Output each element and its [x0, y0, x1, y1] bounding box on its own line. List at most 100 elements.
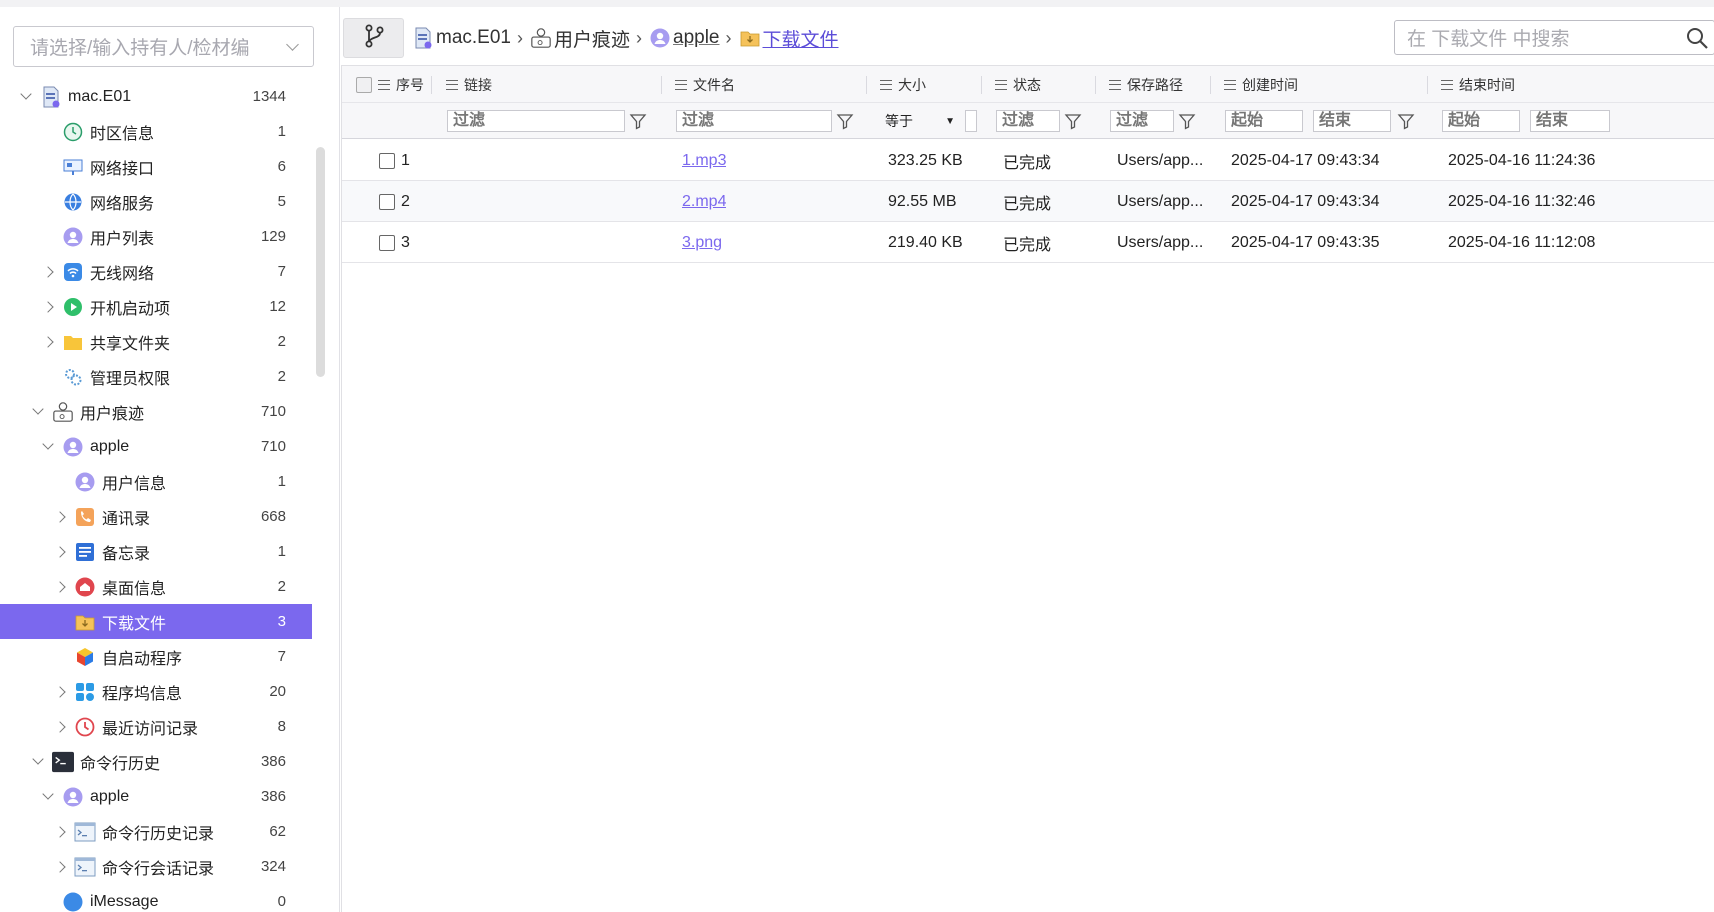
chevron-right-icon[interactable]: [52, 579, 68, 595]
chevron-right-icon[interactable]: [52, 824, 68, 840]
chevron-right-icon[interactable]: [52, 544, 68, 560]
tree-item[interactable]: iMessage 0: [0, 884, 312, 912]
column-menu-icon[interactable]: [675, 80, 687, 90]
tree-item[interactable]: 通讯录 668: [0, 499, 312, 534]
row-checkbox[interactable]: [379, 235, 395, 251]
column-resize-handle[interactable]: [981, 76, 982, 94]
chevron-right-icon[interactable]: [40, 299, 56, 315]
column-menu-icon[interactable]: [880, 80, 892, 90]
table-row[interactable]: 2 2.mp4 92.55 MB 已完成 Users/app... 2025-04-17 …: [342, 181, 1714, 222]
tree-item[interactable]: 管理员权限 2: [0, 359, 312, 394]
end-end-input[interactable]: 结束: [1530, 110, 1610, 132]
filename-link[interactable]: 2.mp4: [682, 193, 726, 211]
breadcrumb-item[interactable]: 用户痕迹: [530, 25, 630, 52]
tree-item-label: 命令行会话记录: [102, 860, 215, 878]
column-menu-icon[interactable]: [1441, 80, 1453, 90]
path-filter-input[interactable]: 过滤: [1110, 110, 1174, 132]
search-box[interactable]: 在 下载文件 中搜索: [1394, 20, 1714, 55]
search-input[interactable]: 在 下载文件 中搜索: [1407, 24, 1680, 51]
column-header-link[interactable]: 链接: [446, 66, 492, 104]
chevron-right-icon[interactable]: [40, 334, 56, 350]
tree-item[interactable]: 时区信息 1: [0, 114, 312, 149]
chevron-right-icon[interactable]: [52, 719, 68, 735]
breadcrumb-item[interactable]: 下载文件: [739, 25, 839, 52]
column-header-seq[interactable]: 序号: [378, 66, 424, 104]
filter-icon[interactable]: [1397, 112, 1415, 130]
chevron-down-icon[interactable]: [40, 438, 56, 455]
created-start-input[interactable]: 起始: [1225, 110, 1303, 132]
chevron-down-icon[interactable]: [286, 38, 299, 51]
column-resize-handle[interactable]: [1095, 76, 1096, 94]
size-filter-input[interactable]: [965, 110, 977, 132]
column-menu-icon[interactable]: [446, 80, 458, 90]
branch-button[interactable]: [343, 18, 404, 58]
column-resize-handle[interactable]: [661, 76, 662, 94]
link-filter-input[interactable]: 过滤: [447, 110, 625, 132]
table-row[interactable]: 1 1.mp3 323.25 KB 已完成 Users/app... 2025-04-17…: [342, 140, 1714, 181]
search-icon[interactable]: [1680, 21, 1714, 55]
row-checkbox[interactable]: [379, 153, 395, 169]
column-resize-handle[interactable]: [1427, 76, 1428, 94]
column-header-size[interactable]: 大小: [880, 66, 926, 104]
column-resize-handle[interactable]: [866, 76, 867, 94]
column-header-end[interactable]: 结束时间: [1441, 66, 1515, 104]
filename-link[interactable]: 1.mp3: [682, 152, 726, 170]
tree-item[interactable]: 用户信息 1: [0, 464, 312, 499]
cell-end: 2025-04-16 11:24:36: [1448, 151, 1596, 169]
column-menu-icon[interactable]: [378, 80, 390, 90]
filter-icon[interactable]: [629, 112, 647, 130]
tree-item[interactable]: mac.E01 1344: [0, 79, 312, 114]
tree-item[interactable]: 开机启动项 12: [0, 289, 312, 324]
sidebar-scrollbar-thumb[interactable]: [316, 147, 325, 377]
column-header-filename[interactable]: 文件名: [675, 66, 735, 104]
column-header-path[interactable]: 保存路径: [1109, 66, 1183, 104]
size-operator-select[interactable]: 等于 ▼: [885, 110, 955, 132]
chevron-right-icon[interactable]: [52, 859, 68, 875]
tree-item[interactable]: 网络服务 5: [0, 184, 312, 219]
column-menu-icon[interactable]: [1224, 80, 1236, 90]
tree-item[interactable]: apple 386: [0, 779, 312, 814]
column-menu-icon[interactable]: [1109, 80, 1121, 90]
end-start-input[interactable]: 起始: [1442, 110, 1520, 132]
column-resize-handle[interactable]: [1210, 76, 1211, 94]
tree-item[interactable]: 用户列表 129: [0, 219, 312, 254]
owner-select[interactable]: 请选择/输入持有人/检材编: [13, 26, 314, 67]
chevron-right-icon[interactable]: [52, 684, 68, 700]
filter-icon[interactable]: [836, 112, 854, 130]
tree-item[interactable]: 用户痕迹 710: [0, 394, 312, 429]
column-header-status[interactable]: 状态: [995, 66, 1041, 104]
tree-item[interactable]: 网络接口 6: [0, 149, 312, 184]
column-resize-handle[interactable]: [431, 76, 432, 94]
tree-item[interactable]: 自启动程序 7: [0, 639, 312, 674]
chevron-down-icon[interactable]: [30, 753, 46, 770]
row-checkbox[interactable]: [379, 194, 395, 210]
tree-item[interactable]: 桌面信息 2: [0, 569, 312, 604]
tree-item[interactable]: 程序坞信息 20: [0, 674, 312, 709]
breadcrumb-item[interactable]: apple: [649, 27, 720, 49]
tree-item[interactable]: 下载文件 3: [0, 604, 312, 639]
column-menu-icon[interactable]: [995, 80, 1007, 90]
filter-icon[interactable]: [1178, 112, 1196, 130]
tree-item[interactable]: 命令行历史记录 62: [0, 814, 312, 849]
table-row[interactable]: 3 3.png 219.40 KB 已完成 Users/app... 2025-04-17…: [342, 222, 1714, 263]
chevron-down-icon[interactable]: [18, 88, 34, 105]
chevron-right-icon[interactable]: [40, 264, 56, 280]
tree-item[interactable]: 命令行会话记录 324: [0, 849, 312, 884]
filter-icon[interactable]: [1064, 112, 1082, 130]
tree-item[interactable]: 备忘录 1: [0, 534, 312, 569]
filename-filter-input[interactable]: 过滤: [676, 110, 832, 132]
tree-item[interactable]: apple 710: [0, 429, 312, 464]
breadcrumb-item[interactable]: mac.E01: [412, 27, 511, 49]
select-all-checkbox[interactable]: [356, 77, 372, 93]
chevron-right-icon[interactable]: [52, 509, 68, 525]
created-end-input[interactable]: 结束: [1313, 110, 1391, 132]
filename-link[interactable]: 3.png: [682, 234, 722, 252]
chevron-down-icon[interactable]: [40, 788, 56, 805]
chevron-down-icon[interactable]: [30, 403, 46, 420]
column-header-created[interactable]: 创建时间: [1224, 66, 1298, 104]
tree-item[interactable]: 共享文件夹 2: [0, 324, 312, 359]
status-filter-input[interactable]: 过滤: [996, 110, 1060, 132]
tree-item[interactable]: 最近访问记录 8: [0, 709, 312, 744]
tree-item[interactable]: 无线网络 7: [0, 254, 312, 289]
tree-item[interactable]: 命令行历史 386: [0, 744, 312, 779]
